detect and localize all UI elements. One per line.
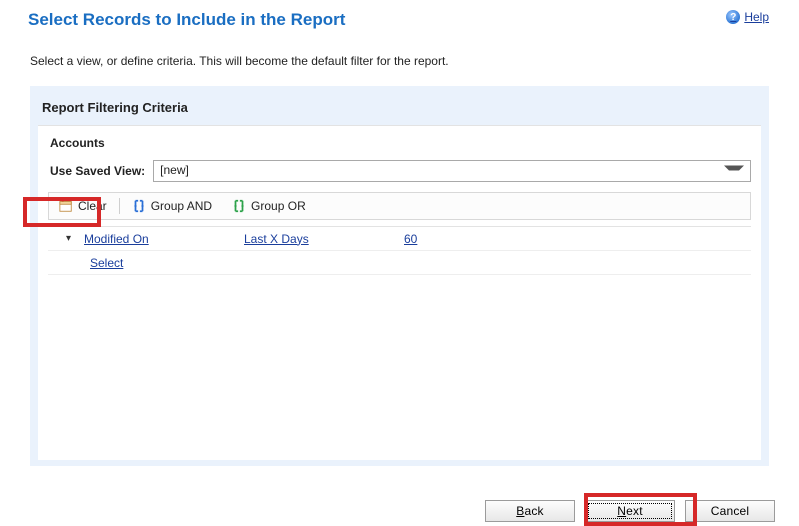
select-link[interactable]: Select: [90, 256, 123, 270]
panel-title: Report Filtering Criteria: [38, 94, 761, 125]
group-or-icon: [232, 199, 246, 213]
saved-view-select[interactable]: [new]: [153, 160, 751, 182]
group-and-button[interactable]: Group AND: [122, 193, 222, 219]
group-or-button[interactable]: Group OR: [222, 193, 316, 219]
toolbar-separator: [119, 198, 120, 214]
criteria-value[interactable]: 60: [404, 232, 417, 246]
chevron-down-icon[interactable]: ▾: [66, 233, 78, 244]
page-description: Select a view, or define criteria. This …: [0, 30, 799, 86]
criteria-operator[interactable]: Last X Days: [244, 232, 309, 246]
saved-view-label: Use Saved View:: [50, 164, 145, 178]
entity-label: Accounts: [48, 134, 751, 160]
group-and-icon: [132, 199, 146, 213]
criteria-toolbar: Clear Group AND: [48, 192, 751, 220]
filter-panel: Report Filtering Criteria Accounts Use S…: [30, 86, 769, 466]
clear-icon: [59, 199, 73, 213]
back-button[interactable]: Back: [485, 500, 575, 522]
criteria-row[interactable]: ▾ Modified On Last X Days 60: [48, 227, 751, 251]
criteria-field[interactable]: Modified On: [84, 232, 149, 246]
group-and-label: Group AND: [151, 199, 212, 213]
wizard-footer: Back Next Cancel: [485, 500, 775, 522]
page-title: Select Records to Include in the Report: [28, 10, 345, 30]
help-label: Help: [744, 10, 769, 24]
cancel-button[interactable]: Cancel: [685, 500, 775, 522]
next-button[interactable]: Next: [585, 500, 675, 522]
criteria-add-row[interactable]: Select: [48, 251, 751, 275]
clear-label: Clear: [78, 199, 107, 213]
help-link[interactable]: ? Help: [726, 10, 769, 24]
saved-view-value: [new]: [160, 163, 189, 177]
clear-button[interactable]: Clear: [49, 193, 117, 219]
group-or-label: Group OR: [251, 199, 306, 213]
panel-body: Accounts Use Saved View: [new]: [38, 125, 761, 460]
criteria-grid: ▾ Modified On Last X Days 60 Select: [48, 226, 751, 275]
help-icon: ?: [726, 10, 740, 24]
